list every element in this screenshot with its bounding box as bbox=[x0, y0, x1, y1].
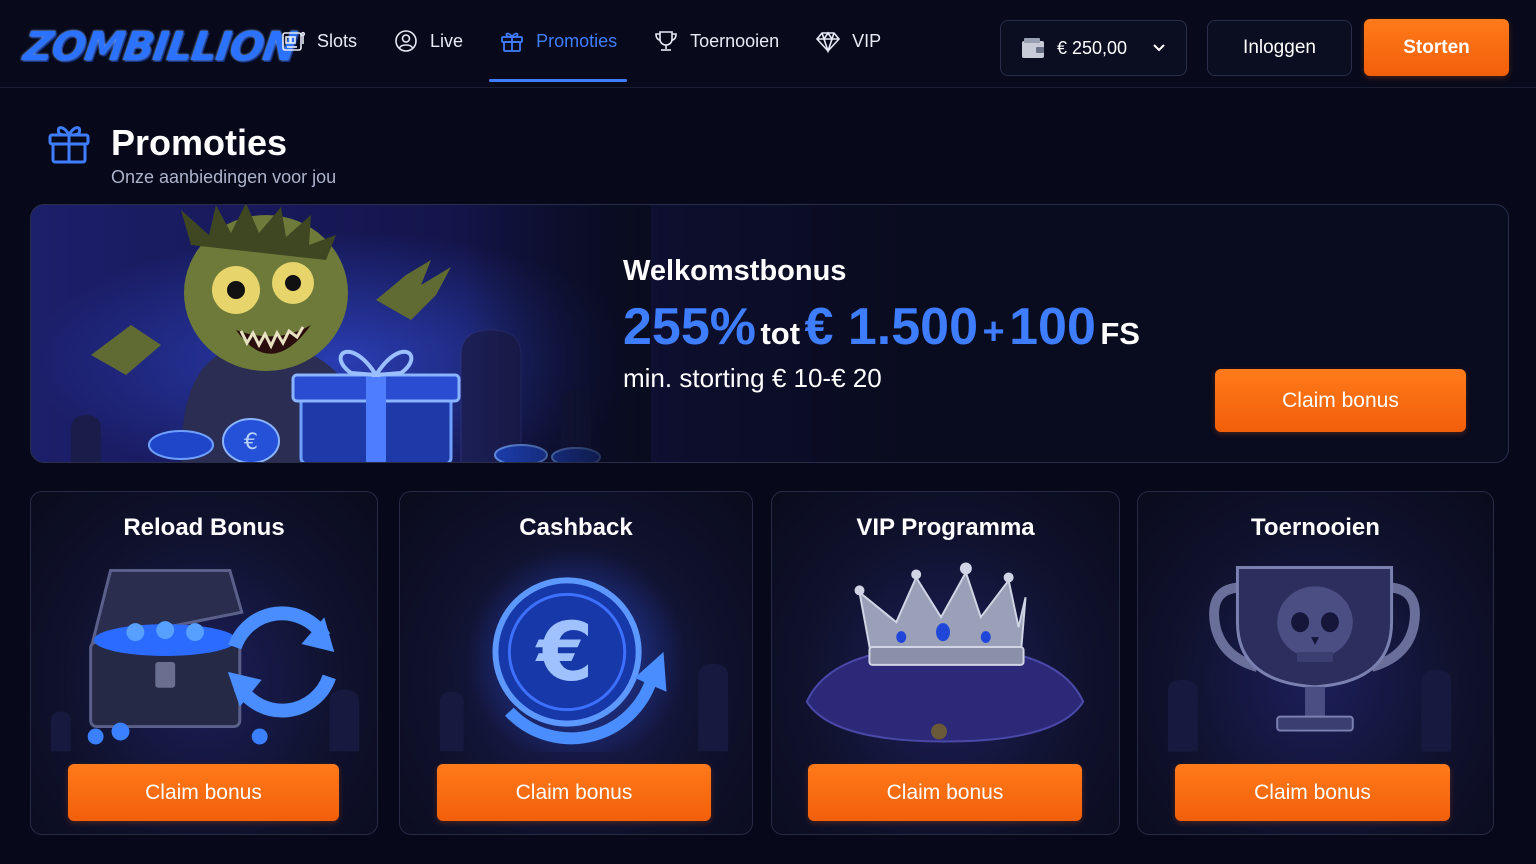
page-subtitle: Onze aanbiedingen voor jou bbox=[111, 167, 337, 187]
nav-item-label: Toernooien bbox=[690, 30, 780, 51]
promo-card-vip-programma: VIP Programma Claim bonus bbox=[771, 491, 1120, 835]
nav-item-toernooien[interactable]: Toernooien bbox=[643, 0, 789, 82]
hero-amount: € 1.500 bbox=[804, 298, 979, 356]
euro-refresh-icon: € bbox=[439, 552, 729, 752]
hero-spins-unit: FS bbox=[1100, 316, 1140, 351]
nav-item-slots[interactable]: Slots bbox=[270, 0, 367, 82]
wallet-balance-dropdown[interactable]: € 250,00 bbox=[1000, 20, 1187, 76]
diamond-icon bbox=[816, 31, 841, 54]
hero-offer: 255% tot € 1.500 + 100 FS bbox=[623, 297, 1140, 357]
claim-bonus-button[interactable]: Claim bonus bbox=[437, 764, 711, 821]
nav-item-label: Promoties bbox=[536, 30, 618, 51]
treasure-chest-icon bbox=[50, 568, 360, 752]
hero-title: Welkomstbonus bbox=[623, 255, 847, 287]
active-tab-indicator bbox=[489, 79, 628, 82]
balance-amount: € 250,00 bbox=[1057, 37, 1128, 58]
card-title: VIP Programma bbox=[856, 514, 1035, 541]
slot-machine-icon bbox=[282, 31, 306, 51]
promo-card-reload-bonus: Reload Bonus Claim bonus bbox=[30, 491, 378, 835]
gift-icon bbox=[48, 126, 90, 164]
nav-item-vip[interactable]: VIP bbox=[805, 0, 891, 82]
brand-logo[interactable]: ZOMBILLION bbox=[21, 14, 299, 74]
nav-item-live[interactable]: Live bbox=[383, 0, 473, 82]
page-title: Promoties bbox=[111, 122, 288, 163]
hero-percent: 255% bbox=[623, 298, 756, 356]
hero-spins: 100 bbox=[1009, 298, 1096, 356]
welcome-bonus-banner: € Welkomstbonus 255% tot € 1.500 + 100 F… bbox=[30, 204, 1509, 463]
chevron-down-icon bbox=[1153, 44, 1165, 52]
nav-item-label: VIP bbox=[852, 30, 882, 51]
wallet-icon bbox=[1022, 38, 1044, 58]
top-header: ZOMBILLION Slots Live Promoties Toernooi… bbox=[0, 0, 1536, 88]
nav-item-label: Slots bbox=[317, 30, 358, 51]
promo-card-cashback: Cashback € Claim bonus bbox=[399, 491, 753, 835]
claim-bonus-button[interactable]: Claim bonus bbox=[68, 764, 339, 821]
zombie-gift-illustration: € bbox=[31, 205, 651, 462]
claim-bonus-button[interactable]: Claim bonus bbox=[808, 764, 1082, 821]
card-title: Reload Bonus bbox=[123, 514, 285, 541]
main-nav: Slots Live Promoties Toernooien VIP bbox=[270, 0, 907, 88]
svg-text:€: € bbox=[535, 605, 594, 700]
nav-item-promoties[interactable]: Promoties bbox=[489, 0, 628, 82]
hero-claim-bonus-button[interactable]: Claim bonus bbox=[1215, 369, 1466, 432]
card-title: Toernooien bbox=[1251, 514, 1380, 541]
hero-min-deposit: min. storting € 10-€ 20 bbox=[623, 363, 882, 393]
hero-tot: tot bbox=[760, 316, 801, 351]
nav-item-label: Live bbox=[430, 30, 464, 51]
promo-card-toernooien: Toernooien Claim bonus bbox=[1137, 491, 1494, 835]
login-button[interactable]: Inloggen bbox=[1207, 20, 1352, 76]
deposit-button[interactable]: Storten bbox=[1364, 19, 1509, 76]
trophy-icon bbox=[655, 31, 677, 51]
claim-bonus-button[interactable]: Claim bonus bbox=[1175, 764, 1450, 821]
crown-icon bbox=[805, 562, 1085, 743]
user-circle-icon bbox=[395, 30, 417, 52]
gift-icon bbox=[501, 32, 523, 52]
card-title: Cashback bbox=[519, 514, 633, 541]
hero-plus: + bbox=[982, 311, 1005, 353]
skull-trophy-icon bbox=[1167, 565, 1452, 752]
brand-logo-text: ZOMBILLION bbox=[20, 24, 299, 70]
